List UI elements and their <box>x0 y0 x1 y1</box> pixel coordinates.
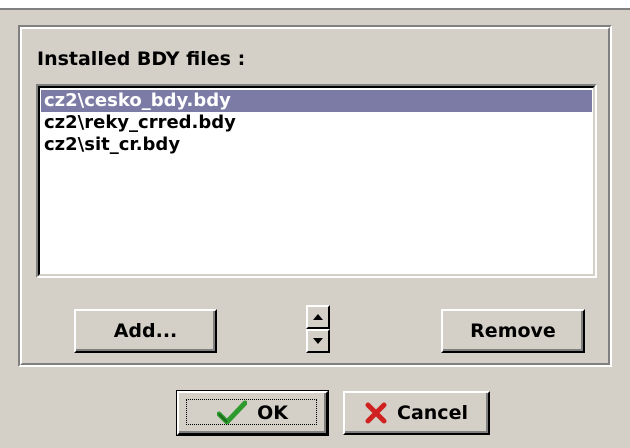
add-button[interactable]: Add... <box>74 309 217 353</box>
add-button-label: Add... <box>113 320 178 342</box>
remove-button[interactable]: Remove <box>441 309 585 353</box>
x-icon <box>365 402 387 424</box>
bdy-files-listbox[interactable]: cz2\cesko_bdy.bdy cz2\reky_crred.bdy cz2… <box>36 84 597 278</box>
cancel-button[interactable]: Cancel <box>343 391 490 435</box>
list-item[interactable]: cz2\reky_crred.bdy <box>41 112 592 134</box>
arrow-down-icon <box>313 338 323 344</box>
move-up-button[interactable] <box>306 305 330 329</box>
dialog-top-shadow <box>0 8 630 10</box>
remove-button-label: Remove <box>470 320 556 342</box>
reorder-spinner[interactable] <box>306 305 330 353</box>
dialog-top-edge <box>0 0 630 8</box>
cancel-button-label: Cancel <box>397 402 468 424</box>
group-title: Installed BDY files : <box>37 48 246 70</box>
arrow-up-icon <box>313 314 323 320</box>
list-item[interactable]: cz2\sit_cr.bdy <box>41 134 592 156</box>
list-item[interactable]: cz2\cesko_bdy.bdy <box>41 90 592 112</box>
move-down-button[interactable] <box>306 329 330 353</box>
ok-button[interactable]: OK <box>176 390 329 436</box>
focus-rectangle <box>186 399 317 425</box>
